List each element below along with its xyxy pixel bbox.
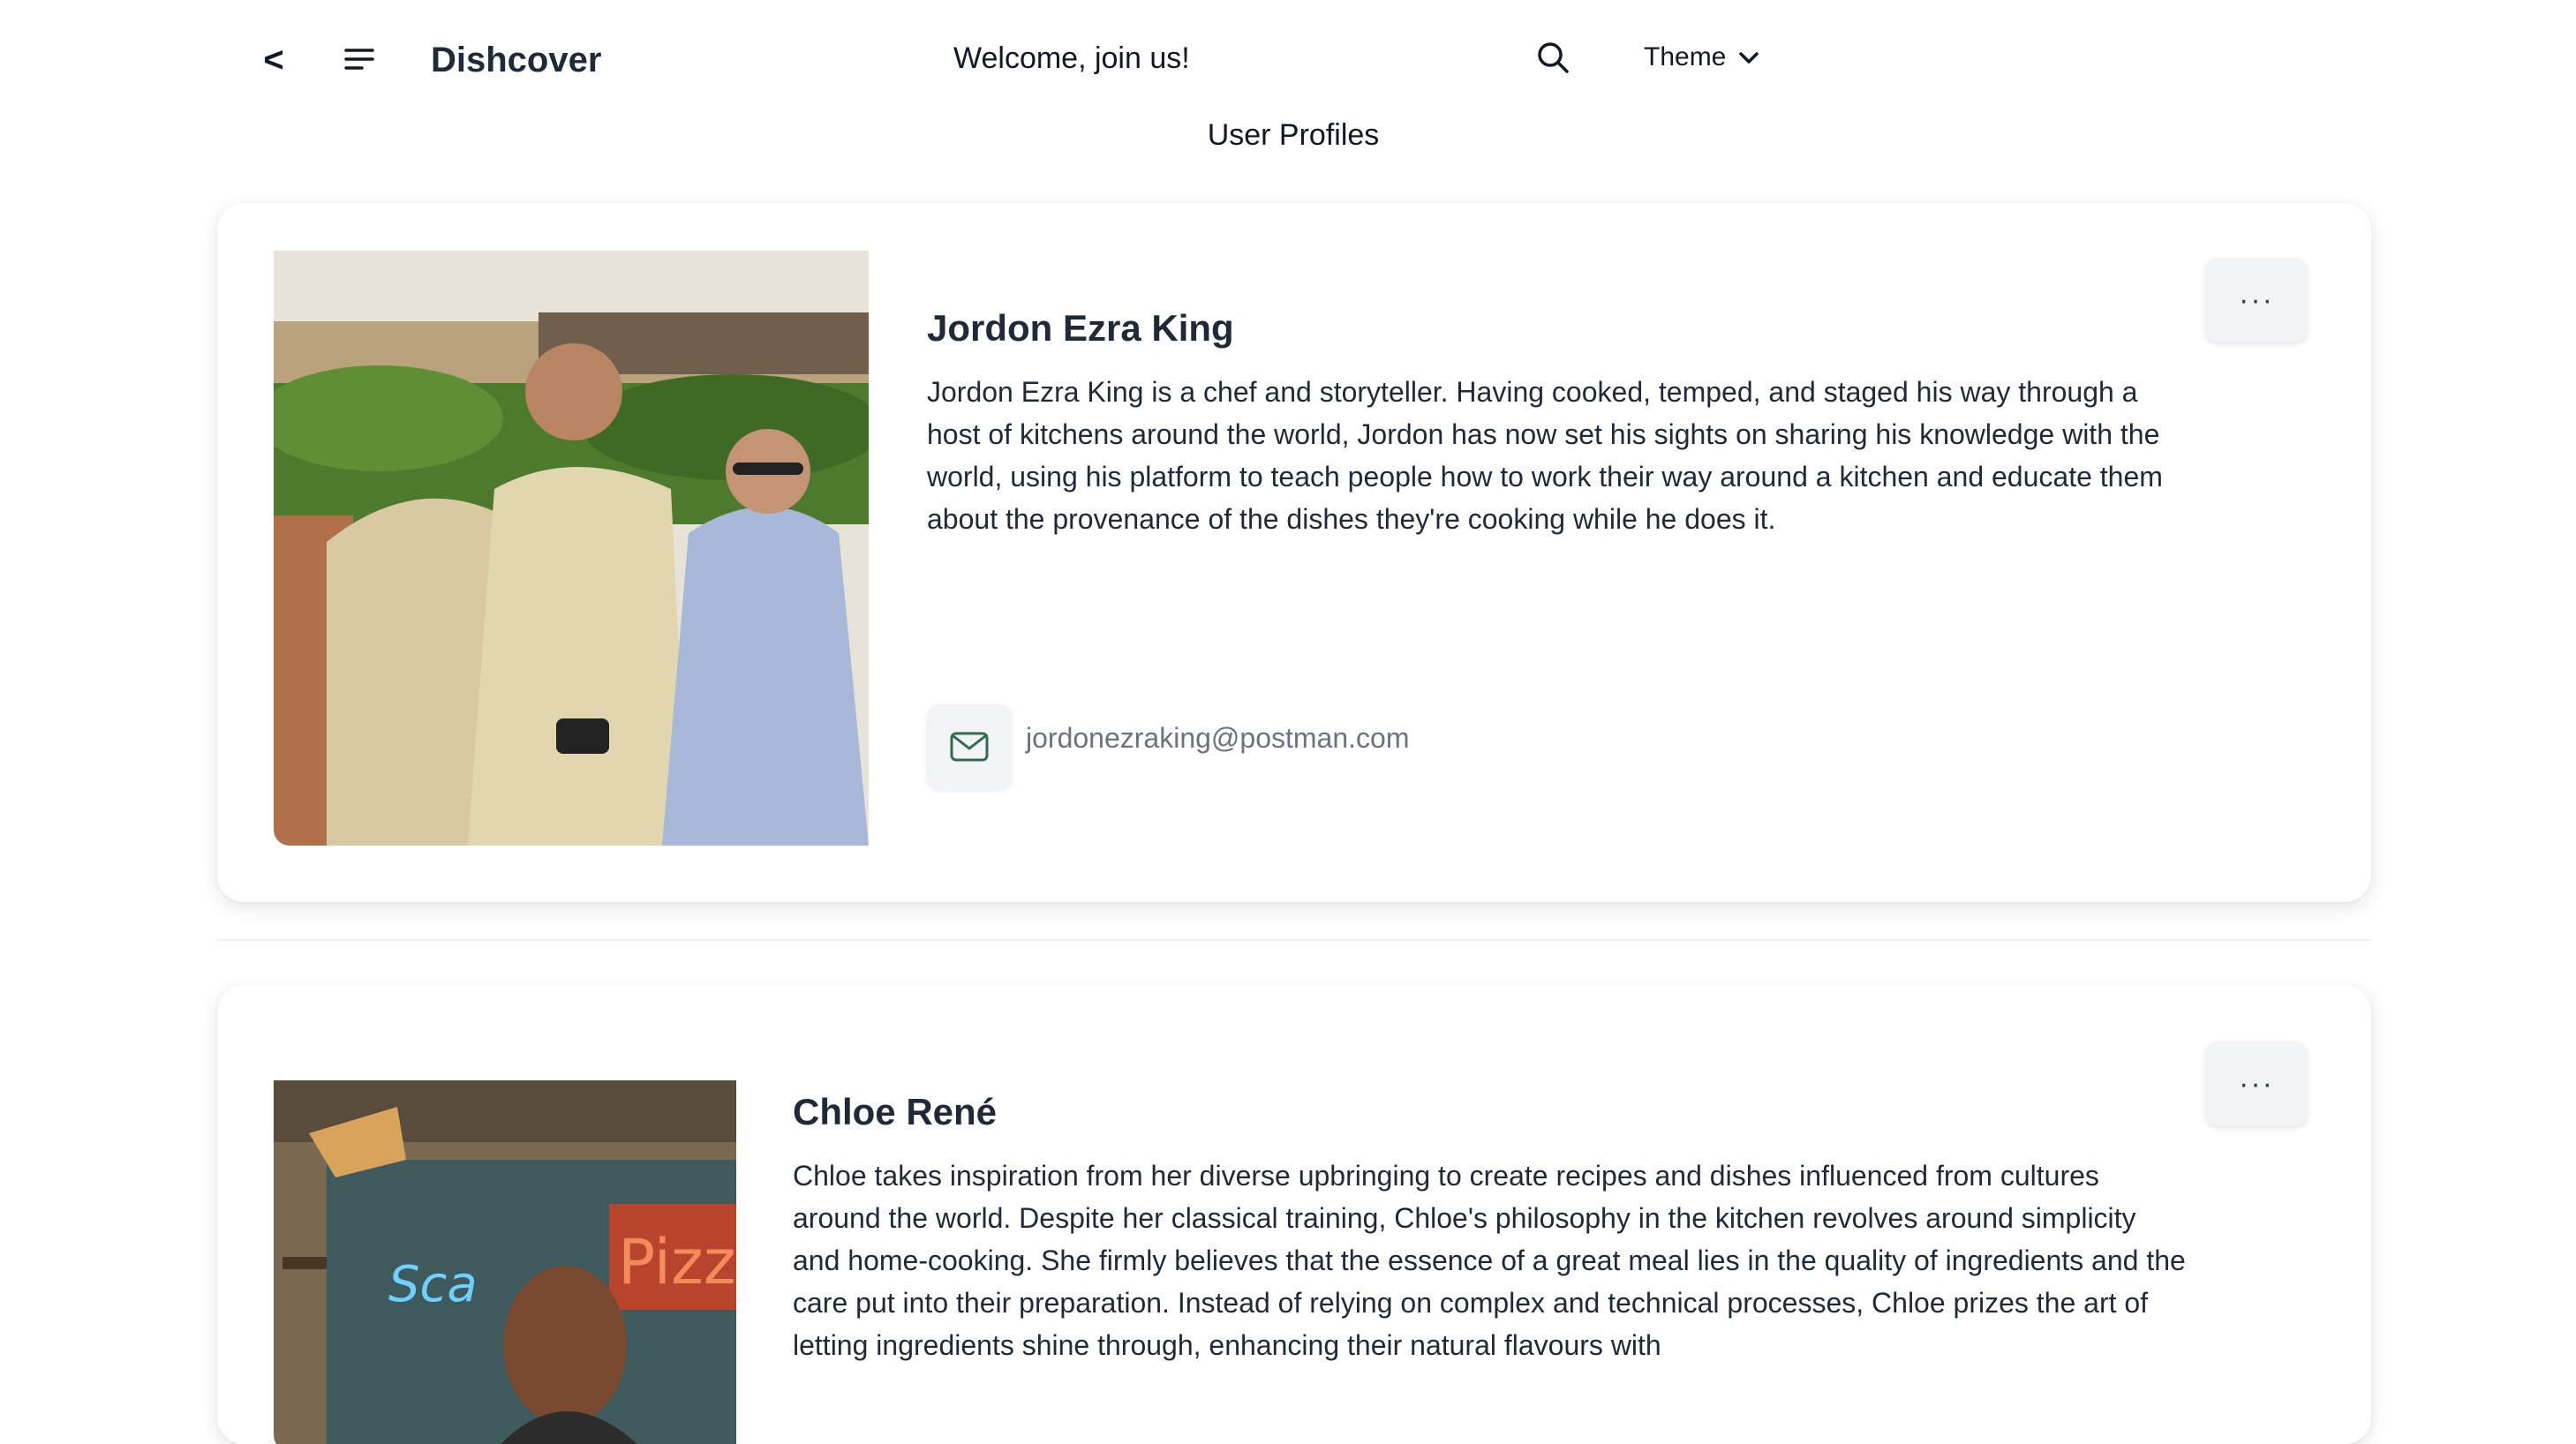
search-icon: [1538, 42, 1569, 73]
more-options-button[interactable]: ···: [2205, 258, 2308, 342]
search-button[interactable]: [1533, 37, 1573, 78]
profile-photo: [274, 251, 869, 846]
email-button[interactable]: [927, 704, 1012, 789]
back-chevron-icon: <: [263, 40, 284, 79]
more-horizontal-icon: ···: [2239, 282, 2274, 317]
svg-text:Sca: Sca: [388, 1256, 478, 1313]
profile-bio: Chloe takes inspiration from her diverse…: [793, 1160, 2186, 1361]
profile-name: Jordon Ezra King: [927, 307, 1234, 349]
profile-name: Chloe René: [793, 1091, 998, 1132]
svg-text:Pizz: Pizz: [618, 1226, 736, 1298]
profile-card: Jordon Ezra King Jordon Ezra King is a c…: [217, 203, 2371, 902]
profile-photo: Pizz Sca: [274, 1080, 736, 1444]
mail-icon: [950, 732, 989, 762]
menu-button[interactable]: [339, 39, 380, 79]
welcome-text: Welcome, join us!: [953, 41, 1190, 75]
more-horizontal-icon: ···: [2239, 1066, 2274, 1101]
menu-lines-icon: [344, 49, 374, 70]
chevron-down-icon: [1739, 52, 1759, 64]
page-title: User Profiles: [1207, 118, 1380, 152]
divider: [217, 939, 2371, 941]
top-bar: < Dishcover Welcome, join us! Theme: [0, 0, 2576, 115]
profile-bio: Jordon Ezra King is a chef and storytell…: [927, 376, 2163, 535]
email-link[interactable]: jordonezraking@postman.com: [1026, 722, 1409, 755]
app-title: Dishcover: [431, 41, 602, 79]
theme-dropdown[interactable]: Theme: [1644, 37, 1759, 78]
back-button[interactable]: <: [256, 35, 291, 85]
profile-card: Pizz Sca Chloe René Chloe takes inspirat…: [217, 985, 2371, 1444]
more-options-button[interactable]: ···: [2205, 1042, 2308, 1126]
theme-label: Theme: [1644, 42, 1727, 71]
